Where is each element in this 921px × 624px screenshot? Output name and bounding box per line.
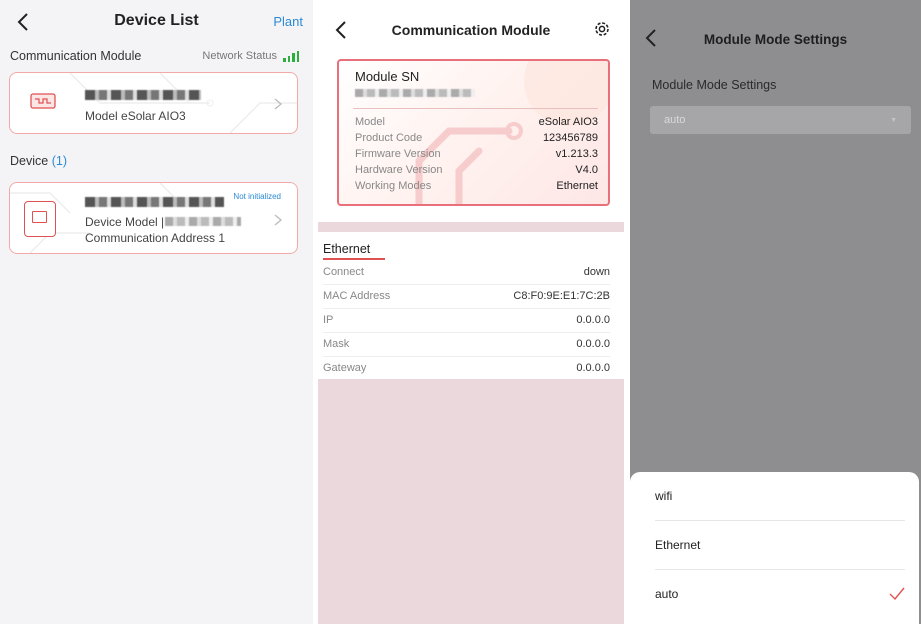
device-section-header: Device (1): [0, 149, 313, 173]
mode-options-sheet: wifi Ethernet auto: [630, 472, 919, 624]
info-row-working-modes: Working Modes Ethernet: [355, 180, 598, 192]
dropdown-arrow-icon: ▼: [890, 116, 897, 124]
info-row-firmware: Firmware Version v1.213.3: [355, 148, 598, 160]
settings-gear-icon[interactable]: [593, 20, 611, 38]
ethernet-tab[interactable]: Ethernet: [323, 242, 370, 256]
eth-row-mac: MAC Address C8:F0:9E:E1:7C:2B: [323, 284, 610, 309]
page-title: Communication Module: [391, 22, 551, 38]
module-info-card: Module SN Model eSolar AIO3 Product Code 1…: [337, 59, 610, 206]
header: Module Mode Settings: [630, 0, 921, 60]
module-sn-redacted: [355, 89, 475, 97]
module-model: Model eSolar AIO3: [85, 109, 186, 123]
device-model-label: Device Model |: [85, 215, 165, 229]
comm-module-card[interactable]: Model eSolar AIO3: [9, 72, 298, 134]
mode-select[interactable]: auto ▼: [650, 106, 911, 134]
network-status-label: Network Status: [202, 50, 277, 62]
device-status-badge: Not initialized: [233, 192, 281, 201]
plant-link[interactable]: Plant: [273, 14, 303, 29]
device-list-screen: Device List Plant Communication Module N…: [0, 0, 313, 624]
eth-row-gateway: Gateway 0.0.0.0: [323, 362, 610, 374]
page-title: Device List: [114, 12, 199, 29]
option-auto[interactable]: auto: [655, 570, 905, 618]
ethernet-section: Ethernet Connect down MAC Address C8:F0:9E…: [318, 232, 624, 379]
device-count: (1): [51, 154, 67, 168]
info-row-product-code: Product Code 123456789: [355, 132, 598, 144]
communication-address: Communication Address 1: [85, 231, 226, 245]
option-ethernet[interactable]: Ethernet: [655, 521, 905, 570]
mode-select-value: auto: [664, 114, 686, 126]
comm-section-header: Communication Module Network Status: [0, 44, 313, 68]
device-card[interactable]: Not initialized Device Model | Communica…: [9, 182, 298, 254]
mode-section-label: Module Mode Settings: [652, 78, 777, 92]
module-icon: [30, 90, 56, 112]
device-sn-redacted: [85, 197, 224, 207]
device-model-redacted: [165, 217, 241, 226]
header: Device List Plant: [0, 0, 313, 44]
network-status: Network Status: [202, 50, 299, 62]
eth-row-ip: IP 0.0.0.0: [323, 308, 610, 333]
module-sn-label: Module SN: [355, 69, 420, 84]
comm-section-title: Communication Module: [10, 49, 142, 63]
module-mode-settings-screen: Module Mode Settings Module Mode Setting…: [630, 0, 921, 624]
info-row-hardware: Hardware Version V4.0: [355, 164, 598, 176]
header: Communication Module: [318, 0, 624, 58]
page-title: Module Mode Settings: [703, 32, 848, 47]
module-sn-redacted: [85, 90, 201, 100]
signal-strength-icon: [283, 50, 299, 62]
chevron-right-icon: [273, 97, 283, 111]
inverter-icon: [24, 201, 56, 237]
chevron-right-icon: [273, 213, 283, 227]
eth-row-connect: Connect down: [323, 260, 610, 285]
divider: [353, 108, 598, 109]
eth-row-mask: Mask 0.0.0.0: [323, 332, 610, 357]
option-wifi[interactable]: wifi: [655, 472, 905, 521]
communication-module-screen: Communication Module Module SN Model eSol…: [318, 0, 624, 624]
device-section-title: Device: [10, 154, 49, 168]
module-info-area: Communication Module Module SN Model eSol…: [318, 0, 624, 222]
checkmark-icon: [889, 587, 905, 601]
info-row-model: Model eSolar AIO3: [355, 116, 598, 128]
